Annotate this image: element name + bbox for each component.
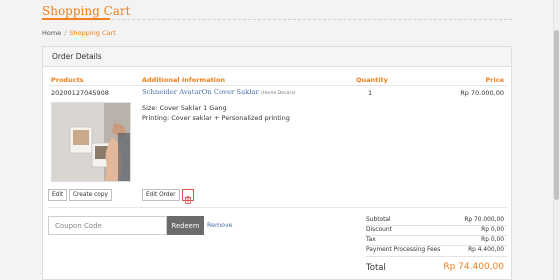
create-copy-button[interactable]: Create copy [69, 189, 112, 201]
edit-order-button[interactable]: Edit Order [142, 189, 180, 201]
product-sku: 20200127045908 [51, 89, 109, 97]
summary-discount-label: Discount [366, 227, 392, 233]
breadcrumb-current: Shopping Cart [69, 29, 116, 37]
page-scrollbar[interactable] [553, 0, 560, 280]
page-title: Shopping Cart [42, 4, 131, 18]
summary-subtotal-label: Subtotal [366, 217, 391, 223]
summary-total-value: Rp 74.400,00 [443, 262, 504, 272]
panel-title: Order Details [43, 47, 511, 67]
trash-icon [184, 195, 192, 204]
summary-fees-value: Rp 4.400,00 [468, 247, 504, 253]
delete-item-button[interactable] [182, 189, 194, 204]
summary-tax-value: Rp 0,00 [481, 237, 504, 243]
scrollbar-thumb[interactable] [554, 30, 559, 200]
summary-divider [365, 235, 507, 236]
column-header-additional-info: Additional Information [142, 76, 226, 84]
product-printing-option: Printing: Cover saklar + Personalized pr… [142, 114, 290, 122]
column-header-products: Products [51, 76, 84, 84]
summary-divider [365, 245, 507, 246]
product-name-link[interactable]: Schneider AvatarOn Cover Saklar (Home De… [142, 88, 296, 96]
order-details-panel: Order Details Products Additional Inform… [42, 46, 512, 280]
product-photo-icon [52, 103, 130, 181]
product-image[interactable] [51, 102, 131, 182]
breadcrumb-home-link[interactable]: Home [42, 29, 61, 37]
title-accent-bar [42, 18, 110, 20]
redeem-button[interactable]: Redeem [167, 216, 204, 235]
product-name[interactable]: Schneider AvatarOn Cover Saklar [142, 88, 259, 96]
column-header-quantity: Quantity [356, 76, 388, 84]
breadcrumb: Home / Shopping Cart [42, 29, 116, 37]
summary-subtotal-value: Rp 70.000,00 [464, 217, 504, 223]
coupon-code-input[interactable] [48, 216, 167, 235]
summary-fees-label: Payment Processing Fees [366, 247, 441, 253]
product-size-option: Size: Cover Saklar 1 Gang [142, 104, 227, 112]
product-brand: (Home Decors) [260, 91, 296, 96]
summary-tax-label: Tax [366, 237, 376, 243]
edit-button[interactable]: Edit [48, 189, 68, 201]
summary-discount-value: Rp 0,00 [481, 227, 504, 233]
remove-coupon-link[interactable]: Remove [207, 222, 233, 229]
summary-total-divider [365, 256, 507, 257]
summary-divider [365, 225, 507, 226]
product-price: Rp 70.000,00 [460, 89, 504, 97]
summary-total-label: Total [366, 263, 386, 273]
title-divider [42, 19, 512, 20]
item-row-divider [48, 207, 507, 208]
table-header-divider [48, 85, 507, 86]
product-quantity: 1 [368, 89, 373, 97]
breadcrumb-separator: / [64, 29, 67, 37]
column-header-price: Price [485, 76, 504, 84]
